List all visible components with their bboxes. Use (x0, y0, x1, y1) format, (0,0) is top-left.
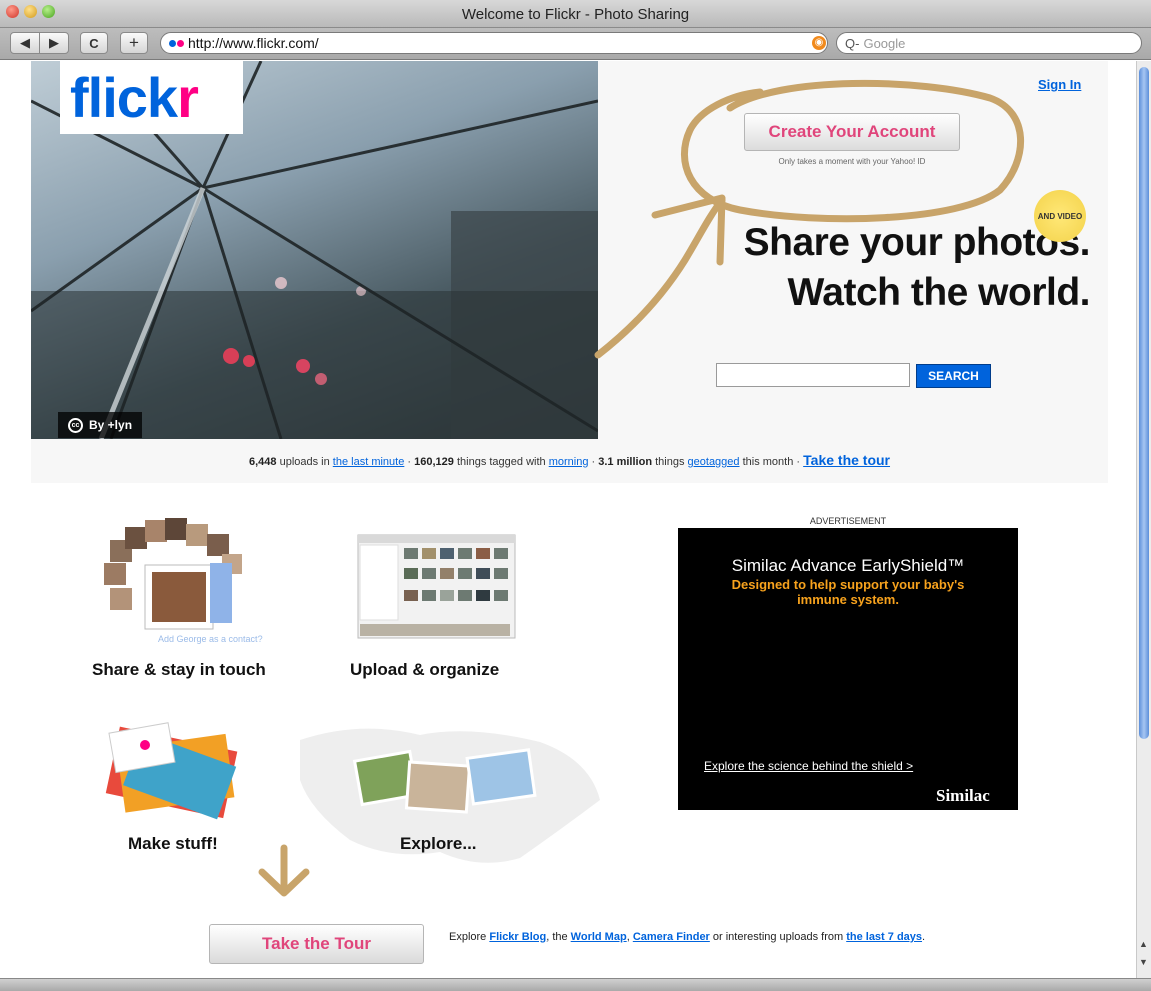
sign-in-link[interactable]: Sign In (1038, 77, 1081, 92)
explore-text-2: , the (546, 931, 568, 943)
last-minute-link[interactable]: the last minute (333, 456, 405, 468)
window-titlebar: Welcome to Flickr - Photo Sharing (0, 0, 1151, 28)
search-icon: Q- (845, 35, 860, 51)
window-title: Welcome to Flickr - Photo Sharing (461, 6, 690, 23)
ad-link[interactable]: Explore the science behind the shield > (704, 759, 913, 773)
uploads-count: 6,448 (248, 456, 277, 468)
camera-finder-link[interactable]: Camera Finder (633, 931, 710, 943)
photo-credit-text: By +lyn (89, 418, 133, 432)
explore-text-3: , (626, 931, 630, 943)
flickr-logo[interactable]: flickr (60, 61, 243, 134)
last-7-days-link[interactable]: the last 7 days (846, 931, 922, 943)
browser-toolbar: ◀ ▶ C + http://www.flickr.com/ ◉ Q- Goog… (0, 28, 1151, 60)
advertisement-banner[interactable]: Similac Advance EarlyShield™ Designed to… (678, 528, 1018, 810)
ad-title: Similac Advance EarlyShield™ (731, 556, 965, 575)
stats-separator: · (407, 456, 412, 468)
geotagged-count: 3.1 million (598, 456, 653, 468)
share-illustration: Add George as a contact? (104, 518, 263, 644)
ad-brand: Similac (936, 786, 990, 805)
uploads-text: uploads in (279, 456, 330, 468)
reload-icon: C (89, 35, 99, 51)
ad-subtitle: Designed to help support your baby's imm… (731, 577, 965, 607)
take-the-tour-link[interactable]: Take the tour (803, 452, 890, 468)
scrollbar-thumb[interactable] (1139, 67, 1149, 739)
explore-text-4: or interesting uploads from (712, 931, 844, 943)
url-text: http://www.flickr.com/ (188, 35, 319, 51)
back-icon: ◀ (20, 35, 30, 50)
forward-button[interactable]: ▶ (39, 32, 69, 54)
scroll-up-icon[interactable]: ▲ (1139, 939, 1148, 949)
morning-tag-link[interactable]: morning (549, 456, 589, 468)
create-account-note: Only takes a moment with your Yahoo! ID (778, 157, 926, 166)
headline-line-1: Share your photos. (743, 221, 1091, 264)
address-bar[interactable]: http://www.flickr.com/ (160, 32, 828, 54)
page-scrollbar[interactable]: ▲ ▼ (1136, 61, 1151, 978)
tagged-count: 160,129 (414, 456, 454, 468)
take-the-tour-button[interactable]: Take the Tour (209, 924, 424, 964)
window-bottom-bar (0, 978, 1151, 991)
headline-line-2: Watch the world. (787, 271, 1090, 314)
and-video-badge: AND VIDEO (1034, 190, 1086, 242)
search-placeholder: Google (863, 35, 906, 51)
annotation-down-arrow-head (258, 868, 310, 897)
stats-separator: · (796, 456, 801, 468)
advertisement-label: ADVERTISEMENT (809, 516, 887, 526)
logo-text-blue: flick (70, 66, 178, 129)
stats-separator: · (591, 456, 596, 468)
geotagged-text: things (655, 456, 685, 468)
add-bookmark-button[interactable]: + (120, 32, 148, 54)
reload-button[interactable]: C (80, 32, 108, 54)
photo-credit[interactable]: cc By +lyn (58, 412, 143, 438)
geotagged-suffix: this month (742, 456, 794, 468)
explore-feature-label[interactable]: Explore... (400, 834, 477, 854)
back-button[interactable]: ◀ (10, 32, 40, 54)
activity-stats: 6,448 uploads in the last minute · 160,1… (31, 452, 1108, 468)
explore-text-5: . (922, 931, 926, 943)
make-stuff-feature-label[interactable]: Make stuff! (128, 834, 218, 854)
rss-icon[interactable]: ◉ (812, 36, 826, 50)
make-stuff-illustration (105, 722, 238, 820)
tagged-text: things tagged with (456, 456, 546, 468)
share-feature-label[interactable]: Share & stay in touch (92, 660, 266, 680)
explore-prefix: Explore (449, 931, 487, 943)
geotagged-link[interactable]: geotagged (688, 456, 740, 468)
add-bookmark-icon: + (129, 33, 139, 52)
logo-text-pink: r (177, 66, 199, 129)
world-map-link[interactable]: World Map (571, 931, 627, 943)
site-search-button[interactable]: SEARCH (916, 364, 991, 388)
cc-icon: cc (68, 417, 83, 433)
explore-links: Explore Flickr Blog, the World Map, Came… (449, 930, 979, 945)
flickr-blog-link[interactable]: Flickr Blog (489, 931, 546, 943)
upload-feature-label[interactable]: Upload & organize (350, 660, 499, 680)
flickr-dots-icon (169, 39, 184, 47)
headline: Share your photos. Watch the world. (650, 218, 1091, 318)
site-search-input[interactable] (716, 363, 910, 387)
share-caption: Add George as a contact? (158, 634, 263, 644)
browser-search-field[interactable]: Q- Google (836, 32, 1142, 54)
forward-icon: ▶ (49, 35, 59, 50)
create-account-button[interactable]: Create Your Account (744, 113, 960, 151)
upload-illustration (357, 534, 516, 639)
scroll-down-icon[interactable]: ▼ (1139, 957, 1148, 967)
